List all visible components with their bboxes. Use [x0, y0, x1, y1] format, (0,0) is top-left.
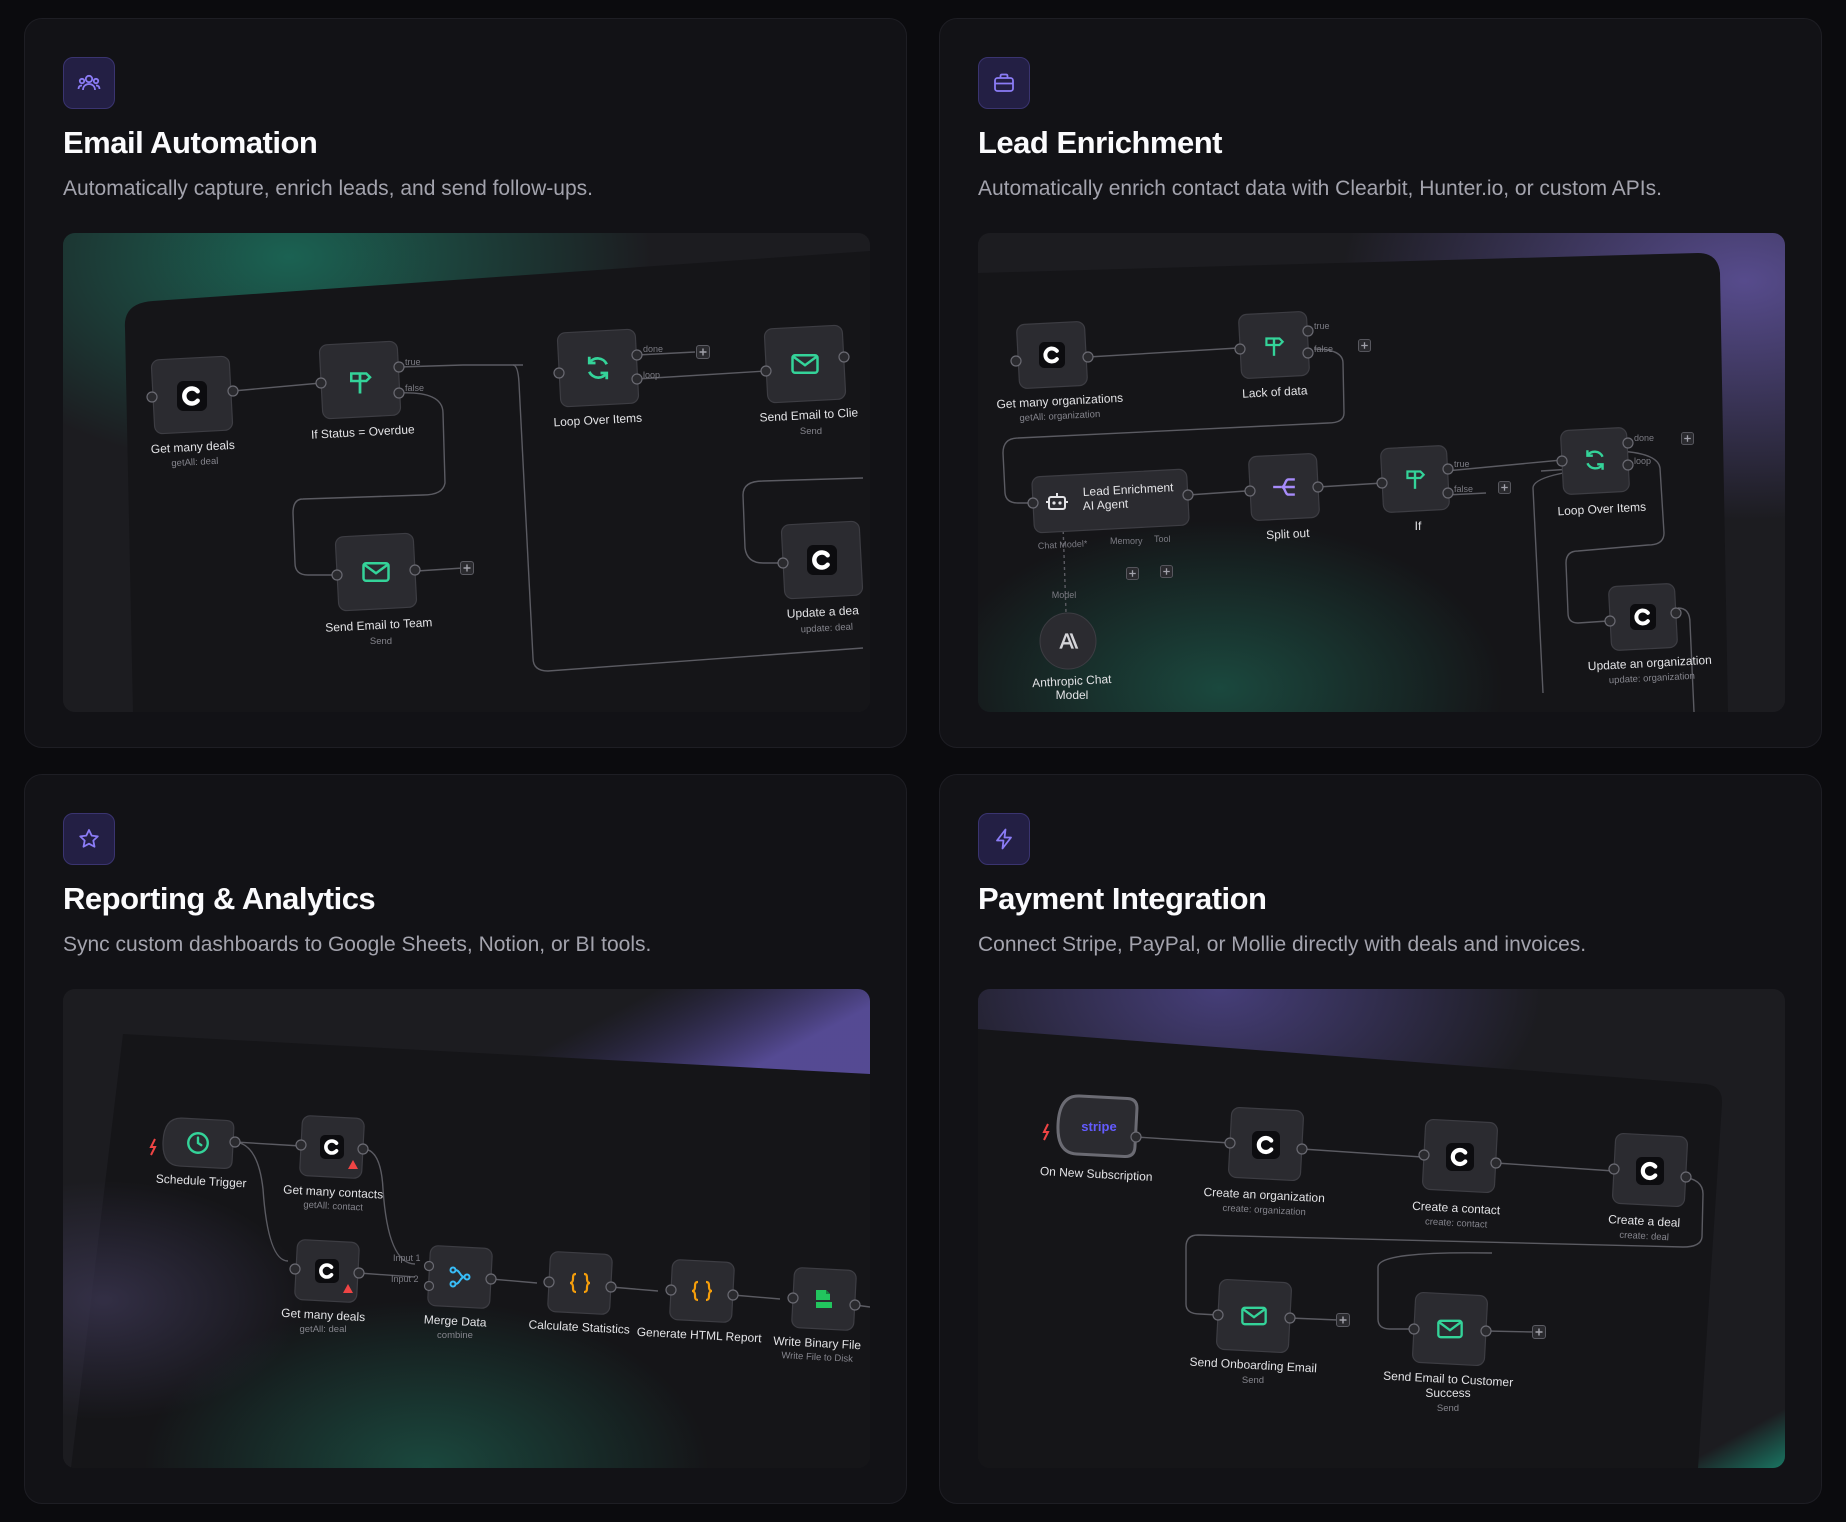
- add-node-icon: [1498, 481, 1511, 494]
- add-node-icon: [1126, 567, 1139, 580]
- stripe-logo-icon: stripe: [1081, 1119, 1116, 1134]
- node-get-many-deals[interactable]: Get many deals getAll: deal: [146, 355, 239, 469]
- port-done: done: [643, 344, 663, 354]
- node-label: AI Agent: [1082, 497, 1129, 513]
- card-payment-integration: Payment Integration Connect Stripe, PayP…: [939, 774, 1822, 1504]
- node-label: Split out: [1266, 526, 1311, 542]
- node-sub: Send: [1437, 1403, 1459, 1414]
- add-node-icon: [696, 345, 710, 359]
- card-reporting-analytics: Reporting & Analytics Sync custom dashbo…: [24, 774, 907, 1504]
- node-sub: combine: [437, 1330, 473, 1341]
- node-sub: Send: [1242, 1375, 1264, 1386]
- workflow-canvas: Get many deals getAll: deal true false I…: [63, 233, 870, 712]
- lightning-icon: [978, 813, 1030, 865]
- card-description: Connect Stripe, PayPal, or Mollie direct…: [978, 933, 1587, 956]
- card-title: Payment Integration: [978, 881, 1267, 916]
- node-sub: getAll: deal: [299, 1324, 346, 1335]
- card-lead-enrichment: Lead Enrichment Automatically enrich con…: [939, 18, 1822, 748]
- port-done: done: [1634, 433, 1654, 443]
- card-description: Automatically capture, enrich leads, and…: [63, 177, 593, 200]
- port-false: false: [1314, 344, 1333, 354]
- node-label: If: [1415, 519, 1422, 533]
- feature-grid: Email Automation Automatically capture, …: [24, 18, 1822, 1504]
- port-loop: loop: [1634, 456, 1651, 466]
- node-label: Model: [1056, 688, 1089, 702]
- port-false: false: [405, 383, 424, 393]
- card-title: Email Automation: [63, 125, 318, 160]
- briefcase-icon: [978, 57, 1030, 109]
- node-sub: Send: [370, 636, 392, 647]
- add-node-icon: [1336, 1313, 1350, 1327]
- port-input-1: Input 1: [393, 1253, 421, 1263]
- workflow-preview: Schedule Trigger Get many contacts getAl…: [63, 989, 870, 1468]
- add-node-icon: [1358, 339, 1371, 352]
- port-tool: Tool: [1154, 534, 1171, 544]
- node-label: Success: [1425, 1386, 1470, 1400]
- port-memory: Memory: [1110, 536, 1143, 546]
- card-email-automation: Email Automation Automatically capture, …: [24, 18, 907, 748]
- workflow-preview: Get many deals getAll: deal true false I…: [63, 233, 870, 712]
- workflow-preview: Get many organizations getAll: organizat…: [978, 233, 1785, 712]
- node-sub: Send: [800, 426, 822, 437]
- workflow-canvas: Schedule Trigger Get many contacts getAl…: [63, 989, 870, 1468]
- workflow-canvas: Get many organizations getAll: organizat…: [978, 233, 1785, 712]
- port-true: true: [405, 357, 421, 367]
- port-input-2: Input 2: [391, 1274, 419, 1284]
- port-model: Model: [1052, 590, 1077, 600]
- port-true: true: [1454, 459, 1470, 469]
- add-node-icon: [460, 561, 474, 575]
- star-icon: [63, 813, 115, 865]
- card-description: Sync custom dashboards to Google Sheets,…: [63, 933, 652, 956]
- card-title: Reporting & Analytics: [63, 881, 376, 916]
- card-description: Automatically enrich contact data with C…: [978, 177, 1662, 200]
- add-node-icon: [1532, 1325, 1546, 1339]
- add-node-icon: [1160, 565, 1173, 578]
- port-true: true: [1314, 321, 1330, 331]
- workflow-canvas: stripe On New Subscription Create an org…: [978, 989, 1785, 1468]
- node-if-status[interactable]: true false If Status = Overdue: [311, 340, 424, 442]
- port-loop: loop: [643, 370, 660, 380]
- users-icon: [63, 57, 115, 109]
- card-title: Lead Enrichment: [978, 125, 1223, 160]
- add-node-icon: [1681, 432, 1694, 445]
- port-false: false: [1454, 484, 1473, 494]
- workflow-preview: stripe On New Subscription Create an org…: [978, 989, 1785, 1468]
